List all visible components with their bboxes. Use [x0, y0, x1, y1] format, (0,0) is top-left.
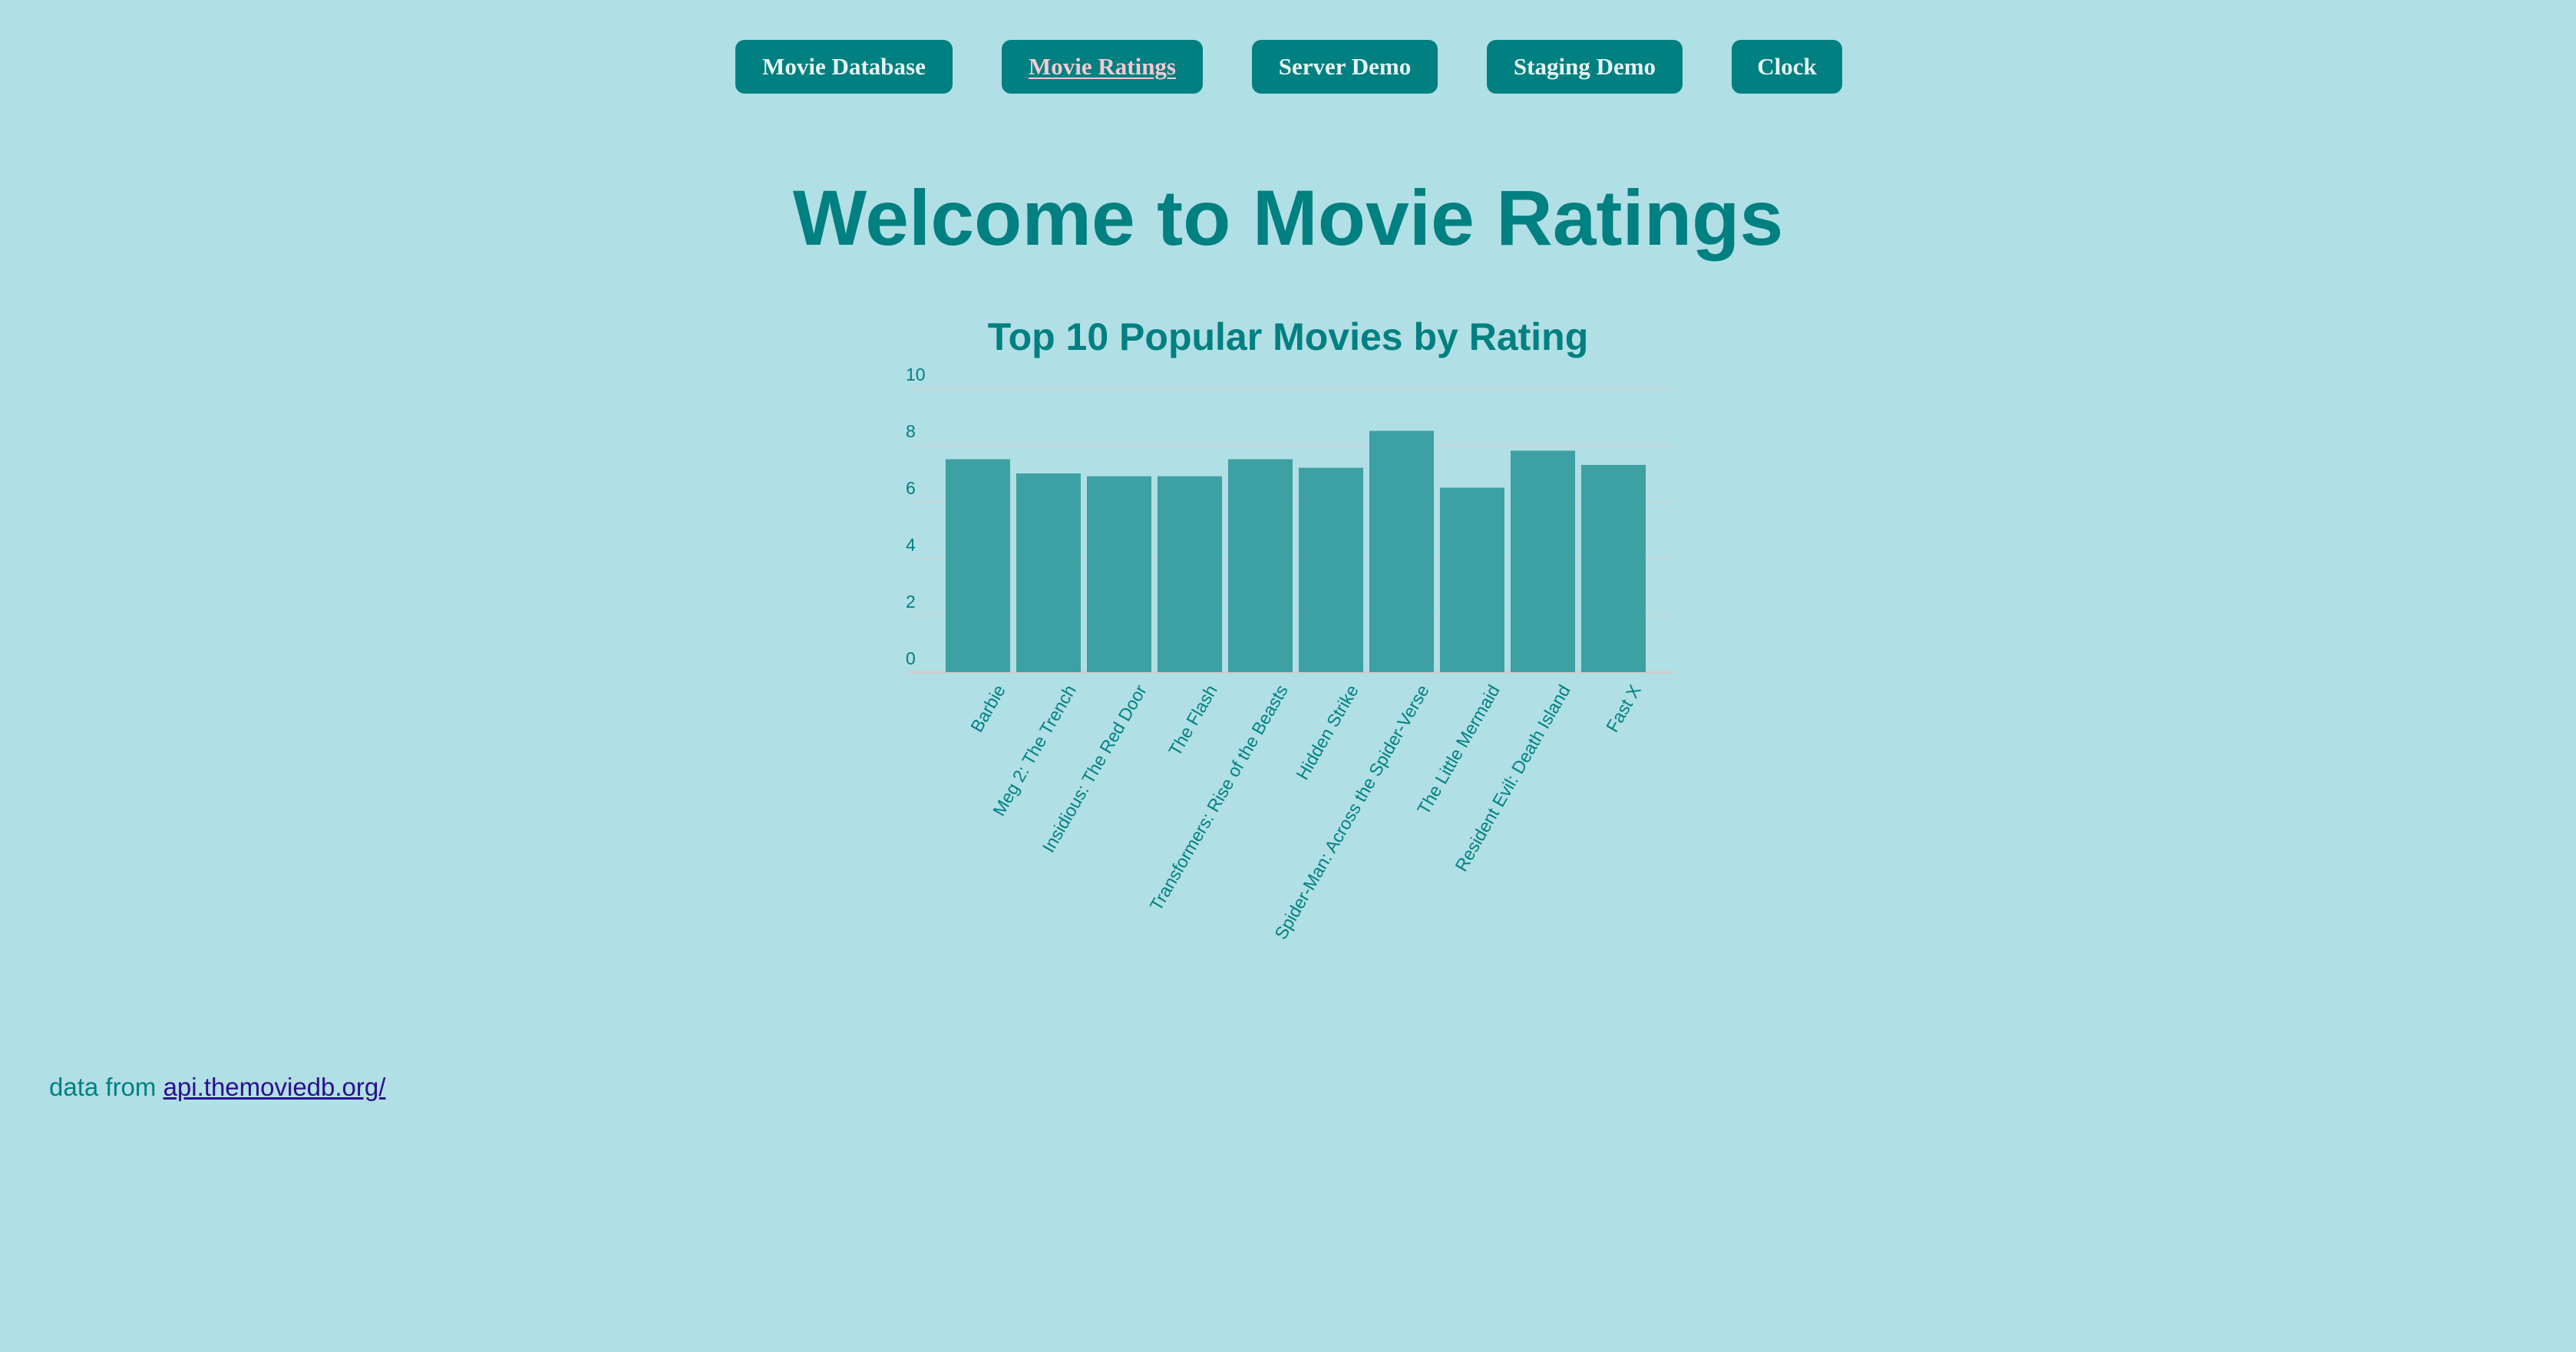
chart-bar[interactable]: [946, 459, 1010, 673]
ratings-bar-chart: Top 10 Popular Movies by Rating 0246810 …: [906, 315, 1673, 943]
y-tick-label: 4: [906, 535, 916, 555]
y-tick-label: 0: [906, 648, 916, 668]
chart-title: Top 10 Popular Movies by Rating: [988, 315, 1589, 358]
chart-bar[interactable]: [1369, 430, 1434, 673]
x-category-label: Transformers: Rise of the Beasts: [1146, 681, 1292, 914]
chart-bar[interactable]: [1440, 487, 1504, 673]
tmdb-api-link[interactable]: api.themoviedb.org/: [163, 1073, 386, 1101]
x-category-label: The Flash: [1164, 681, 1221, 760]
chart-bar[interactable]: [1158, 476, 1222, 672]
footer-prefix: data from: [49, 1073, 157, 1101]
chart-bar[interactable]: [1511, 450, 1575, 672]
y-tick-label: 10: [906, 364, 926, 384]
x-category-label: Barbie: [966, 681, 1009, 736]
x-axis: BarbieMeg 2: The TrenchInsidious: The Re…: [966, 681, 1645, 943]
chart-bar[interactable]: [1087, 476, 1151, 672]
chart-bar[interactable]: [1581, 464, 1646, 672]
x-category-label: Spider-Man: Across the Spider-Verse: [1270, 681, 1433, 943]
chart-bar[interactable]: [1299, 467, 1363, 672]
y-tick-label: 6: [906, 478, 916, 498]
y-tick-label: 2: [906, 592, 916, 612]
x-category-label: Fast X: [1602, 681, 1645, 736]
y-tick-label: 8: [906, 421, 916, 441]
chart-bars: [946, 430, 1646, 673]
x-category-label: Hidden Strike: [1292, 681, 1362, 783]
chart-bar[interactable]: [1228, 459, 1293, 673]
chart-bar[interactable]: [1016, 473, 1081, 672]
footer: data from api.themoviedb.org/: [49, 1073, 385, 1102]
y-axis: 0 2 4 6 8 10: [906, 364, 926, 668]
